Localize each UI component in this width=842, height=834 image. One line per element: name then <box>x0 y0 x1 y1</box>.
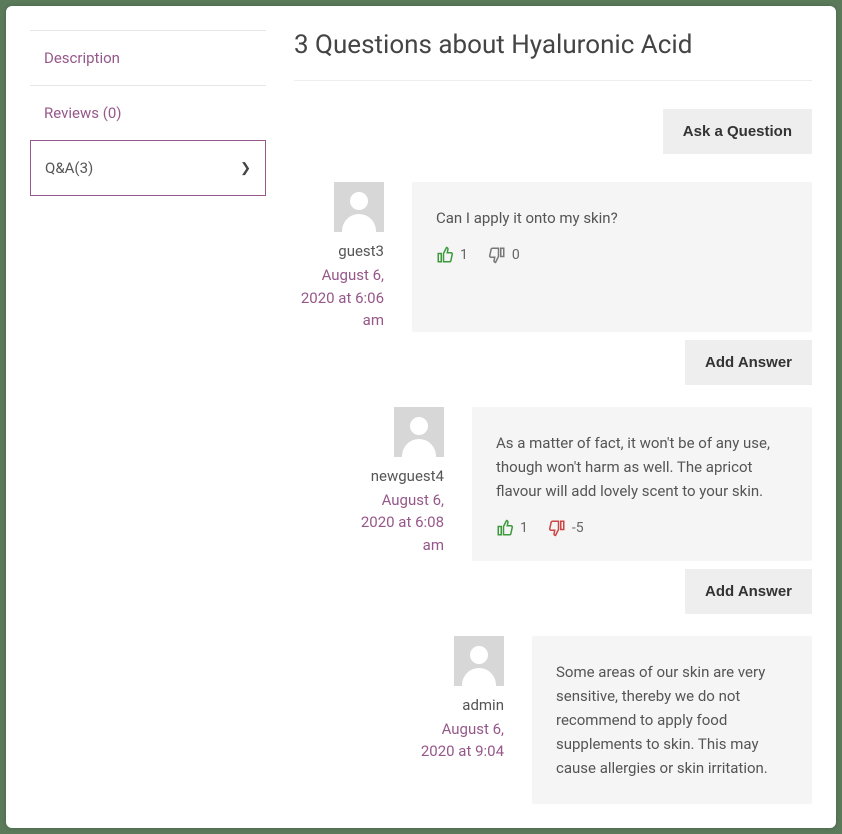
qa-text: Can I apply it onto my skin? <box>436 206 788 230</box>
qa-meta: admin August 6, 2020 at 9:04 <box>414 636 504 804</box>
thumbs-down-icon <box>548 519 566 537</box>
upvote-count: 1 <box>520 520 528 536</box>
ask-row: Ask a Question <box>294 81 812 182</box>
downvote-count: 0 <box>512 247 520 263</box>
upvote-count: 1 <box>460 247 468 263</box>
thumbs-up-icon <box>436 246 454 264</box>
tab-label: Q&A(3) <box>45 159 93 177</box>
qa-text: Some areas of our skin are very sensitiv… <box>556 660 788 780</box>
thumbs-down-button[interactable]: -5 <box>548 519 584 537</box>
qa-item: newguest4 August 6, 2020 at 6:08 am As a… <box>354 407 812 561</box>
timestamp-link[interactable]: August 6, 2020 at 9:04 <box>414 718 504 763</box>
page-title: 3 Questions about Hyaluronic Acid <box>294 30 812 81</box>
thumbs-up-icon <box>496 519 514 537</box>
thumbs-down-button[interactable]: 0 <box>488 246 520 264</box>
ask-question-button[interactable]: Ask a Question <box>663 109 812 154</box>
avatar-icon <box>334 182 384 232</box>
qa-item: guest3 August 6, 2020 at 6:06 am Can I a… <box>294 182 812 332</box>
tab-reviews[interactable]: Reviews (0) <box>30 85 266 140</box>
thumbs-down-icon <box>488 246 506 264</box>
qa-bubble: Can I apply it onto my skin? 1 0 <box>412 182 812 332</box>
vote-row: 1 0 <box>436 246 788 264</box>
thumbs-up-button[interactable]: 1 <box>436 246 468 264</box>
qa-bubble: As a matter of fact, it won't be of any … <box>472 407 812 561</box>
avatar-icon <box>394 407 444 457</box>
downvote-count: -5 <box>572 520 584 536</box>
tab-sidebar: Description Reviews (0) Q&A(3) ❯ <box>30 30 266 828</box>
add-answer-button[interactable]: Add Answer <box>685 340 812 385</box>
timestamp-link[interactable]: August 6, 2020 at 6:08 am <box>354 489 444 557</box>
qa-text: As a matter of fact, it won't be of any … <box>496 431 788 503</box>
avatar-icon <box>454 636 504 686</box>
qa-meta: newguest4 August 6, 2020 at 6:08 am <box>354 407 444 561</box>
qa-bubble: Some areas of our skin are very sensitiv… <box>532 636 812 804</box>
answer-row: Add Answer <box>294 340 812 385</box>
add-answer-button[interactable]: Add Answer <box>685 569 812 614</box>
tab-label: Description <box>44 49 120 67</box>
main-content: 3 Questions about Hyaluronic Acid Ask a … <box>294 30 812 828</box>
timestamp-link[interactable]: August 6, 2020 at 6:06 am <box>294 264 384 332</box>
tab-description[interactable]: Description <box>30 30 266 85</box>
chevron-right-icon: ❯ <box>240 161 251 176</box>
answer-row: Add Answer <box>294 569 812 614</box>
qa-meta: guest3 August 6, 2020 at 6:06 am <box>294 182 384 332</box>
thumbs-up-button[interactable]: 1 <box>496 519 528 537</box>
tab-label: Reviews (0) <box>44 104 122 122</box>
author-name: guest3 <box>338 242 384 260</box>
author-name: admin <box>462 696 504 714</box>
qa-item: admin August 6, 2020 at 9:04 Some areas … <box>414 636 812 804</box>
content-card: Description Reviews (0) Q&A(3) ❯ 3 Quest… <box>6 6 836 828</box>
author-name: newguest4 <box>371 467 444 485</box>
tab-qa[interactable]: Q&A(3) ❯ <box>30 140 266 196</box>
vote-row: 1 -5 <box>496 519 788 537</box>
